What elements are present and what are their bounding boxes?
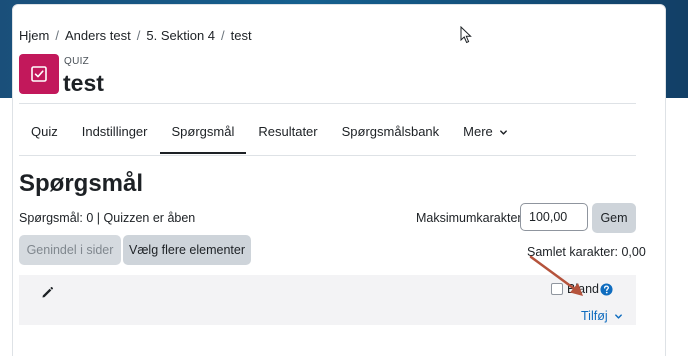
- chevron-down-icon: [614, 313, 622, 319]
- tab-label: Spørgsmålsbank: [341, 124, 440, 139]
- tab-questions[interactable]: Spørgsmål: [159, 112, 247, 154]
- tab-results[interactable]: Resultater: [246, 112, 329, 154]
- pencil-icon[interactable]: [41, 286, 54, 299]
- select-multiple-button[interactable]: Vælg flere elementer: [123, 235, 251, 265]
- breadcrumb-item-current[interactable]: test: [231, 28, 252, 43]
- tab-more[interactable]: Mere: [451, 112, 520, 154]
- quiz-checkbox-icon: [31, 66, 47, 82]
- tab-question-bank[interactable]: Spørgsmålsbank: [330, 112, 452, 154]
- tab-label: Resultater: [258, 124, 318, 139]
- mouse-cursor-icon: [460, 26, 472, 44]
- breadcrumb-item-home[interactable]: Hjem: [19, 28, 49, 43]
- header-divider: [19, 103, 636, 104]
- question-circle-icon[interactable]: [600, 283, 613, 296]
- breadcrumb-separator: /: [221, 28, 225, 43]
- annotation-arrow-icon: [529, 255, 583, 296]
- tab-label: Quiz: [31, 124, 58, 139]
- quiz-status-text: Spørgsmål: 0 | Quizzen er åben: [19, 211, 196, 225]
- secondary-navigation: Quiz Indstillinger Spørgsmål Resultater …: [19, 112, 520, 154]
- breadcrumb-item-section[interactable]: 5. Sektion 4: [146, 28, 215, 43]
- tab-label: Spørgsmål: [171, 124, 235, 139]
- max-grade-input[interactable]: [520, 203, 588, 231]
- max-grade-label: Maksimumkarakter: [416, 211, 522, 225]
- tab-label: Indstillinger: [81, 124, 148, 139]
- quiz-module-icon: [19, 54, 59, 94]
- repaginate-button[interactable]: Genindel i sider: [19, 235, 121, 265]
- tab-settings[interactable]: Indstillinger: [70, 112, 160, 154]
- add-menu-label: Tilføj: [581, 309, 608, 323]
- tab-label: Mere: [463, 124, 493, 139]
- save-max-grade-button[interactable]: Gem: [592, 203, 636, 233]
- page-title: Spørgsmål: [19, 170, 144, 197]
- tabs-divider: [19, 155, 636, 156]
- tab-quiz[interactable]: Quiz: [19, 112, 70, 154]
- module-title: test: [63, 70, 104, 96]
- add-menu[interactable]: Tilføj: [581, 309, 623, 323]
- breadcrumb-separator: /: [55, 28, 59, 43]
- breadcrumb-item-course[interactable]: Anders test: [65, 28, 131, 43]
- breadcrumb: Hjem / Anders test / 5. Sektion 4 / test: [19, 28, 252, 43]
- chevron-down-icon: [500, 130, 508, 135]
- module-type-label: QUIZ: [64, 56, 90, 67]
- breadcrumb-separator: /: [136, 28, 141, 43]
